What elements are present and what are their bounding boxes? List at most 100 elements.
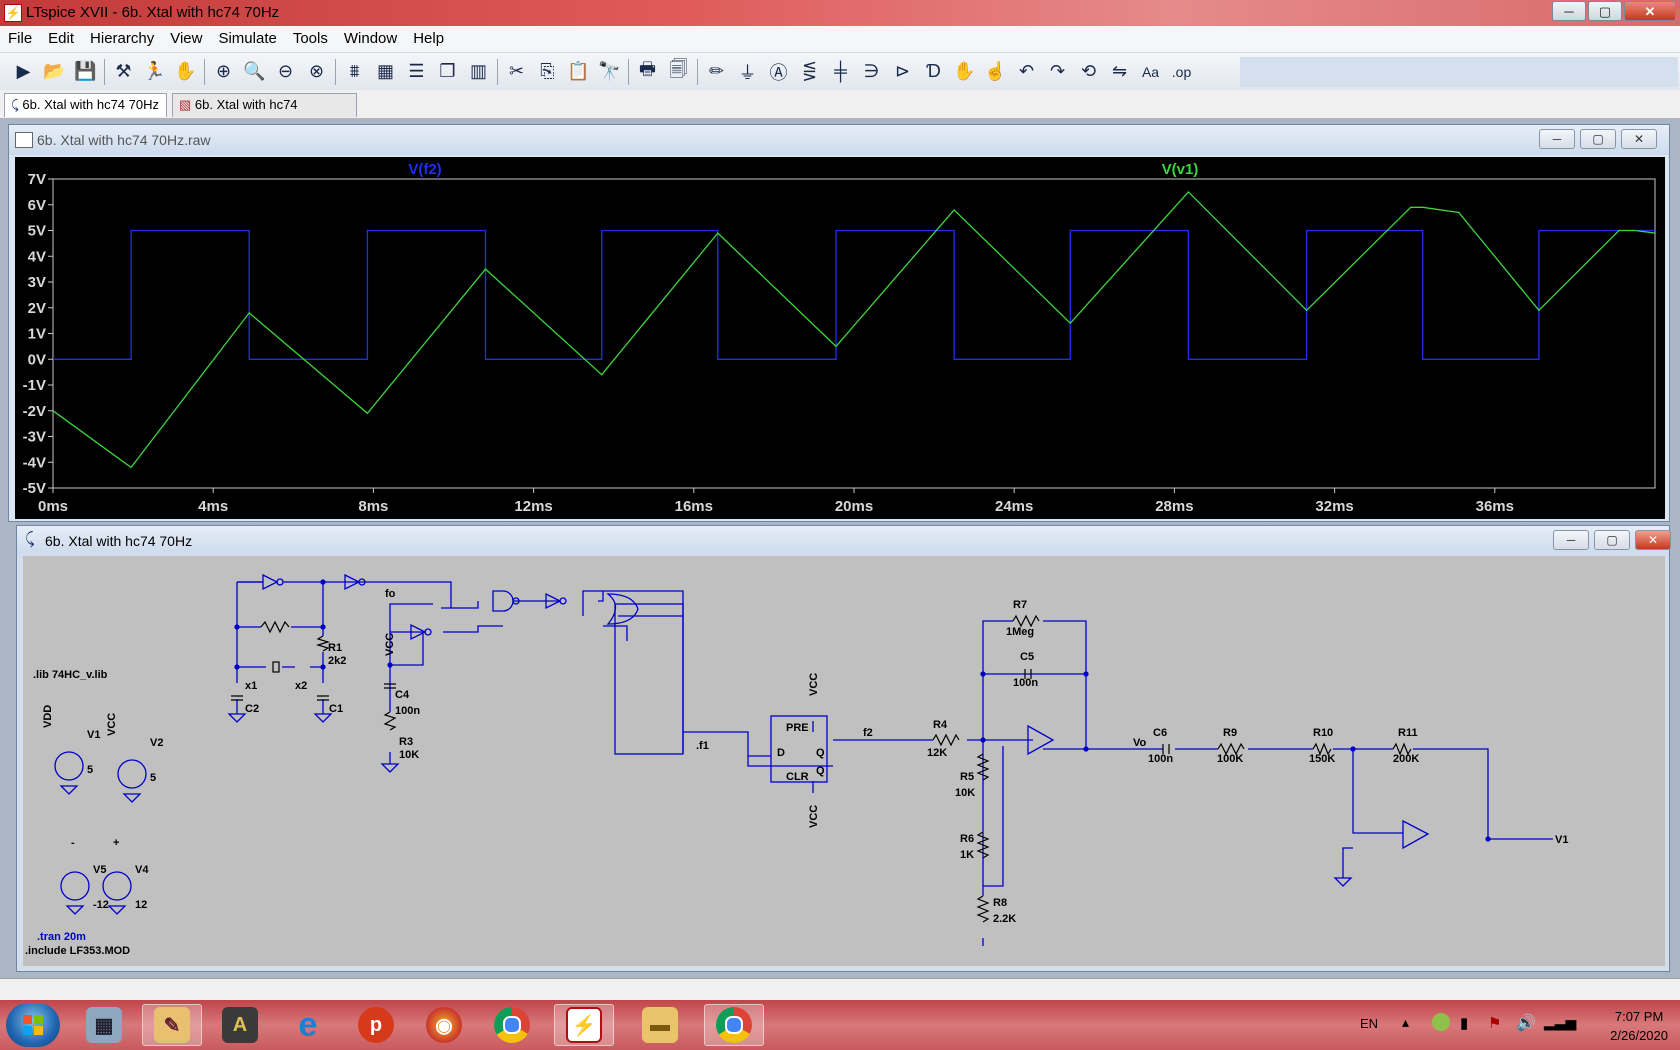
print-setup-icon[interactable]: 🗐 [665, 58, 692, 85]
halt-icon[interactable]: ✋ [172, 58, 199, 85]
menu-window[interactable]: Window [336, 26, 405, 47]
x1-label: x1 [245, 680, 257, 692]
r4-value: 12K [927, 747, 947, 759]
chrome-alt-taskbar-button[interactable] [704, 1004, 764, 1046]
close-button[interactable]: ✕ [1624, 1, 1676, 21]
tab-waveform[interactable]: ▧ 6b. Xtal with hc74 70Hz.raw [172, 93, 357, 134]
paste-icon[interactable]: 📋 [565, 58, 592, 85]
schematic-canvas[interactable]: .lib 74HC_v.lib R1 2k2 x1 x2 C2 C1 fo C4… [23, 556, 1665, 966]
redo-icon[interactable]: ↷ [1044, 58, 1071, 85]
update-icon[interactable] [1432, 1013, 1450, 1031]
menu-edit[interactable]: Edit [40, 26, 82, 47]
zoom-in-icon[interactable]: ⊕ [210, 58, 237, 85]
calculator-icon: ▦ [86, 1007, 122, 1043]
r10-value: 150K [1309, 753, 1335, 765]
schematic-window-title: 6b. Xtal with hc74 70Hz [45, 533, 193, 549]
schematic-close-button[interactable]: ✕ [1635, 530, 1671, 550]
schematic-restore-button[interactable]: ▢ [1594, 530, 1630, 550]
autocad-taskbar-button[interactable]: A [210, 1004, 270, 1046]
internet-explorer-taskbar-button[interactable]: e [278, 1004, 338, 1046]
menu-simulate[interactable]: Simulate [210, 26, 284, 47]
spice-directive-icon[interactable]: .op [1168, 58, 1195, 85]
print-icon[interactable]: 🖶 [634, 58, 661, 85]
waveform-chart[interactable]: 7V 6V 5V 4V 3V 2V 1V 0V -1V -2V -3V -4V -5V0ms 4ms 8ms… [15, 157, 1665, 519]
component-icon[interactable]: Ɗ [920, 58, 947, 85]
rotate-icon[interactable]: ⟲ [1075, 58, 1102, 85]
cut-icon[interactable]: ✂ [503, 58, 530, 85]
menu-tools[interactable]: Tools [285, 26, 336, 47]
open-icon[interactable]: 📂 [41, 58, 68, 85]
tab-schematic[interactable]: ⤹ 6b. Xtal with hc74 70Hz [4, 93, 167, 117]
cascade-icon[interactable]: ❐ [434, 58, 461, 85]
y-tick-label: 2V [28, 300, 46, 317]
grid-icon[interactable]: ▦ [372, 58, 399, 85]
menu-file[interactable]: File [0, 26, 40, 47]
fo-net-label: fo [385, 588, 396, 600]
label-icon[interactable]: Ⓐ [765, 58, 792, 85]
run-icon[interactable]: 🏃 [141, 58, 168, 85]
tile-horizontal-icon[interactable]: ☰ [403, 58, 430, 85]
wire-icon[interactable]: ✏ [703, 58, 730, 85]
y-tick-label: -4V [23, 454, 46, 471]
menu-hierarchy[interactable]: Hierarchy [82, 26, 162, 47]
maximize-button[interactable]: ▢ [1588, 1, 1622, 21]
drag-icon[interactable]: ☝ [982, 58, 1009, 85]
r11-value: 200K [1393, 753, 1419, 765]
show-hidden-icons[interactable]: ▴ [1402, 1014, 1409, 1031]
resistor-icon[interactable]: ⋚ [796, 58, 823, 85]
paint-taskbar-button[interactable]: ✎ [142, 1004, 202, 1046]
language-indicator[interactable]: EN [1360, 1016, 1378, 1031]
waveform-minimize-button[interactable]: ─ [1539, 129, 1575, 149]
chrome-taskbar-button[interactable] [482, 1004, 542, 1046]
r9-value: 100K [1217, 753, 1243, 765]
menu-help[interactable]: Help [405, 26, 452, 47]
clock[interactable]: 7:07 PM 2/26/2020 [1610, 1007, 1668, 1045]
wps-presentation-taskbar-button[interactable]: p [346, 1004, 406, 1046]
volume-icon[interactable]: 🔊 [1516, 1013, 1536, 1033]
zoom-out-icon[interactable]: ⊖ [272, 58, 299, 85]
windows-start-button[interactable] [6, 1003, 60, 1047]
ltspice-taskbar-button[interactable]: ⚡ [554, 1004, 614, 1046]
undo-icon[interactable]: ↶ [1013, 58, 1040, 85]
schematic-minimize-button[interactable]: ─ [1553, 530, 1589, 550]
calculator-taskbar-button[interactable]: ▦ [74, 1004, 134, 1046]
firefox-taskbar-button[interactable]: ◉ [414, 1004, 474, 1046]
x-tick-label: 20ms [835, 498, 873, 515]
device-icon[interactable]: ▮ [1460, 1014, 1468, 1032]
r1-label: R1 [328, 642, 342, 654]
waveform-window-titlebar[interactable]: 6b. Xtal with hc74 70Hz.raw ─ ▢ ✕ [9, 125, 1669, 155]
move-icon[interactable]: ✋ [951, 58, 978, 85]
inductor-icon[interactable]: ∋ [858, 58, 885, 85]
waveform-restore-button[interactable]: ▢ [1580, 129, 1616, 149]
y-tick-label: 1V [28, 326, 46, 343]
control-panel-icon[interactable]: ⚒ [110, 58, 137, 85]
r6-label: R6 [960, 833, 974, 845]
waveform-close-button[interactable]: ✕ [1621, 129, 1657, 149]
action-center-icon[interactable]: ⚑ [1488, 1014, 1501, 1032]
zoom-fit-icon[interactable]: ⊗ [303, 58, 330, 85]
ground-icon[interactable]: ⏚ [734, 58, 761, 85]
capacitor-icon[interactable]: ╪ [827, 58, 854, 85]
minimize-button[interactable]: ─ [1552, 1, 1586, 21]
save-icon[interactable]: 💾 [72, 58, 99, 85]
schematic-window-titlebar[interactable]: ⤹ 6b. Xtal with hc74 70Hz ─ ▢ ✕ [17, 526, 1671, 554]
schematic-drawing[interactable]: .lib 74HC_v.lib R1 2k2 x1 x2 C2 C1 fo C4… [23, 556, 1665, 966]
file-explorer-taskbar-button[interactable]: ▬ [630, 1004, 690, 1046]
mirror-icon[interactable]: ⇋ [1106, 58, 1133, 85]
waveform-plot-area[interactable]: 7V 6V 5V 4V 3V 2V 1V 0V -1V -2V -3V -4V -5V 0ms 4ms 8ms… [15, 157, 1665, 519]
y-tick-label: 3V [28, 274, 46, 291]
diode-icon[interactable]: ⊳ [889, 58, 916, 85]
copy-icon[interactable]: ⎘ [534, 58, 561, 85]
find-icon[interactable]: 🔭 [596, 58, 623, 85]
new-schematic-icon[interactable]: ▶ [10, 58, 37, 85]
autorange-icon[interactable]: ⩩ [341, 58, 368, 85]
tran-directive: .tran 20m [37, 931, 86, 943]
tile-vertical-icon[interactable]: ▥ [465, 58, 492, 85]
vcc-label-3: VCC [808, 805, 820, 828]
r10-label: R10 [1313, 727, 1333, 739]
v5-polarity: - [71, 837, 75, 849]
text-icon[interactable]: Aa [1137, 58, 1164, 85]
zoom-pan-icon[interactable]: 🔍 [241, 58, 268, 85]
menu-view[interactable]: View [162, 26, 210, 47]
network-signal-icon[interactable]: ▂▃▅ [1544, 1014, 1576, 1031]
